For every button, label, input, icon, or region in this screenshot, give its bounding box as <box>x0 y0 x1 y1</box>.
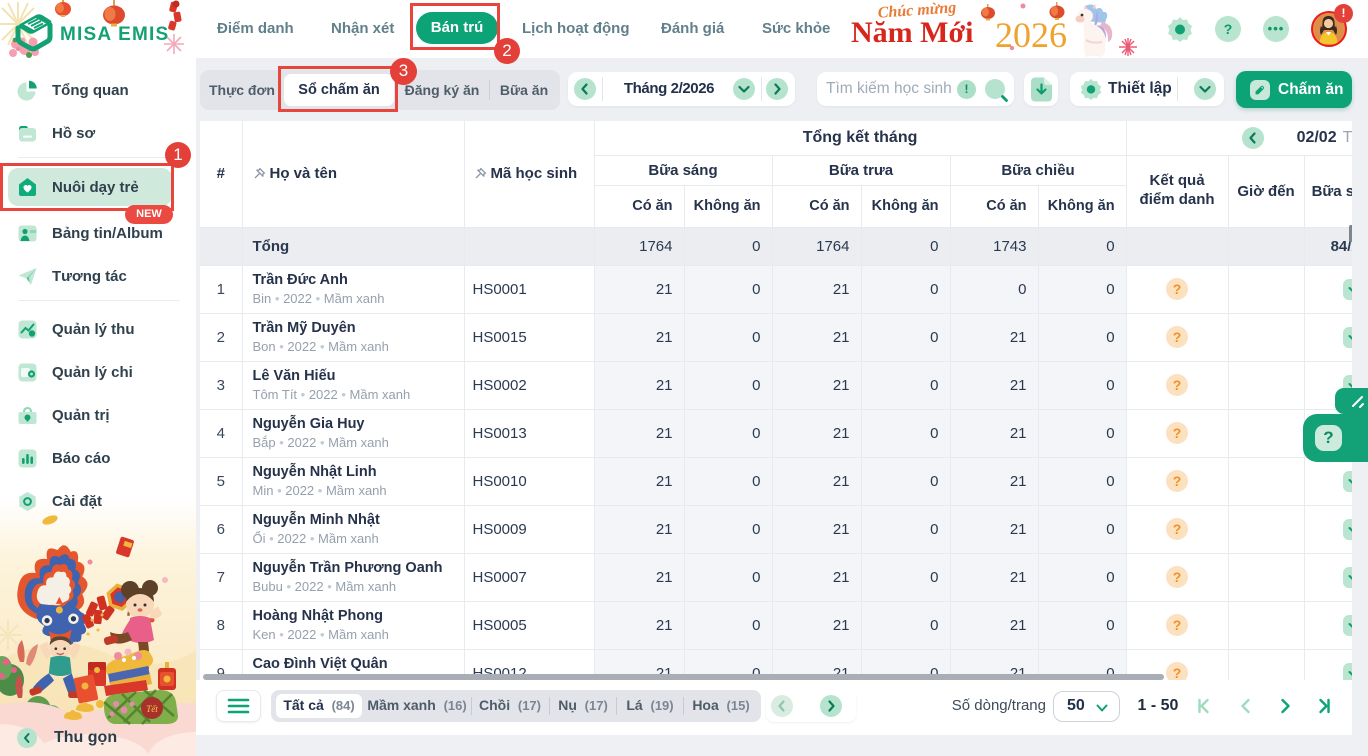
svg-text:Tết: Tết <box>146 704 158 714</box>
